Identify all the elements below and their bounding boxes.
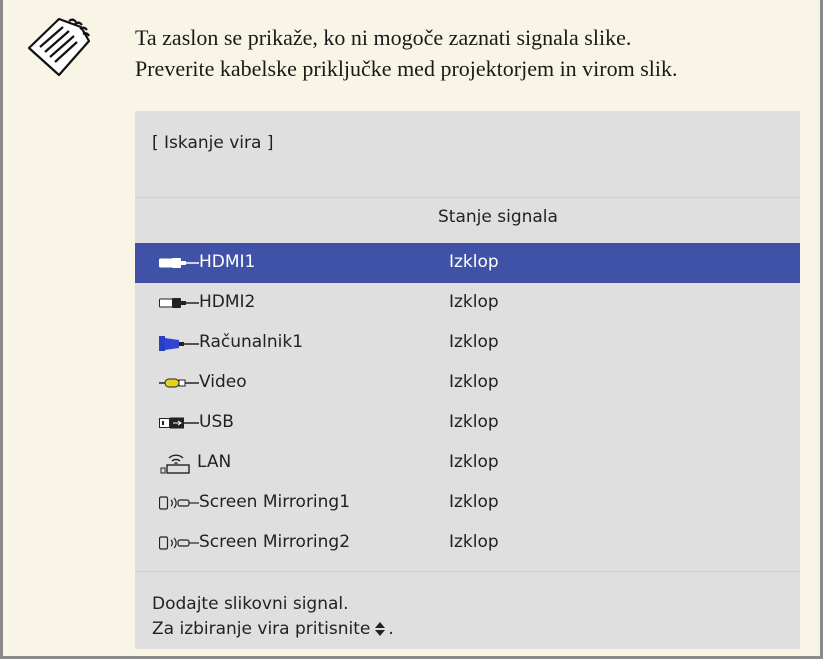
vga-icon bbox=[159, 336, 199, 351]
source-row-screen-mirroring1[interactable]: Screen Mirroring1 Izklop bbox=[135, 483, 800, 523]
divider bbox=[135, 197, 800, 198]
source-status: Izklop bbox=[449, 492, 499, 512]
footer-line-2: Za izbiranje vira pritisnite. bbox=[152, 617, 394, 642]
source-row-usb[interactable]: USB Izklop bbox=[135, 403, 800, 443]
source-list: HDMI1 Izklop HDMI2 Izklop Računalnik1 Iz… bbox=[135, 243, 800, 563]
source-row-lan[interactable]: LAN Izklop bbox=[135, 443, 800, 483]
up-down-arrows-icon bbox=[375, 622, 386, 636]
screen-mirroring-icon bbox=[159, 536, 199, 550]
lan-icon bbox=[160, 454, 190, 474]
source-status: Izklop bbox=[449, 412, 499, 432]
divider bbox=[135, 571, 800, 572]
source-row-hdmi2[interactable]: HDMI2 Izklop bbox=[135, 283, 800, 323]
source-status: Izklop bbox=[449, 332, 499, 352]
footer-hint: Dodajte slikovni signal. Za izbiranje vi… bbox=[152, 592, 394, 642]
screen-title: [ Iskanje vira ] bbox=[152, 133, 274, 153]
note-line-2: Preverite kabelske priključke med projek… bbox=[135, 56, 678, 81]
source-name: LAN bbox=[197, 452, 232, 472]
source-status: Izklop bbox=[449, 532, 499, 552]
source-name: USB bbox=[199, 412, 234, 432]
source-row-screen-mirroring2[interactable]: Screen Mirroring2 Izklop bbox=[135, 523, 800, 563]
source-row-computer1[interactable]: Računalnik1 Izklop bbox=[135, 323, 800, 363]
footer-line-2-suffix: . bbox=[388, 619, 394, 639]
source-name: HDMI1 bbox=[199, 252, 256, 272]
source-search-screen: [ Iskanje vira ] Stanje signala HDMI1 Iz… bbox=[135, 111, 800, 649]
source-status: Izklop bbox=[449, 252, 499, 272]
note-box: Ta zaslon se prikaže, ko ni mogoče zazna… bbox=[0, 0, 823, 659]
source-row-video[interactable]: Video Izklop bbox=[135, 363, 800, 403]
source-name: Screen Mirroring2 bbox=[199, 532, 351, 552]
source-name: Računalnik1 bbox=[199, 332, 304, 352]
hdmi-icon bbox=[159, 258, 199, 268]
source-status: Izklop bbox=[449, 372, 499, 392]
usb-icon bbox=[159, 417, 199, 429]
source-status: Izklop bbox=[449, 452, 499, 472]
footer-line-2-prefix: Za izbiranje vira pritisnite bbox=[152, 619, 371, 639]
video-rca-icon bbox=[159, 378, 199, 388]
footer-line-1: Dodajte slikovni signal. bbox=[152, 594, 349, 614]
source-name: Video bbox=[199, 372, 247, 392]
source-name: Screen Mirroring1 bbox=[199, 492, 351, 512]
note-line-1: Ta zaslon se prikaže, ko ni mogoče zazna… bbox=[135, 25, 632, 50]
note-text: Ta zaslon se prikaže, ko ni mogoče zazna… bbox=[135, 22, 678, 84]
column-header-signal-status: Stanje signala bbox=[438, 207, 558, 227]
source-status: Izklop bbox=[449, 292, 499, 312]
source-row-hdmi1[interactable]: HDMI1 Izklop bbox=[135, 243, 800, 283]
note-icon bbox=[27, 17, 91, 77]
source-name: HDMI2 bbox=[199, 292, 256, 312]
hdmi-icon bbox=[159, 298, 199, 308]
screen-mirroring-icon bbox=[159, 496, 199, 510]
